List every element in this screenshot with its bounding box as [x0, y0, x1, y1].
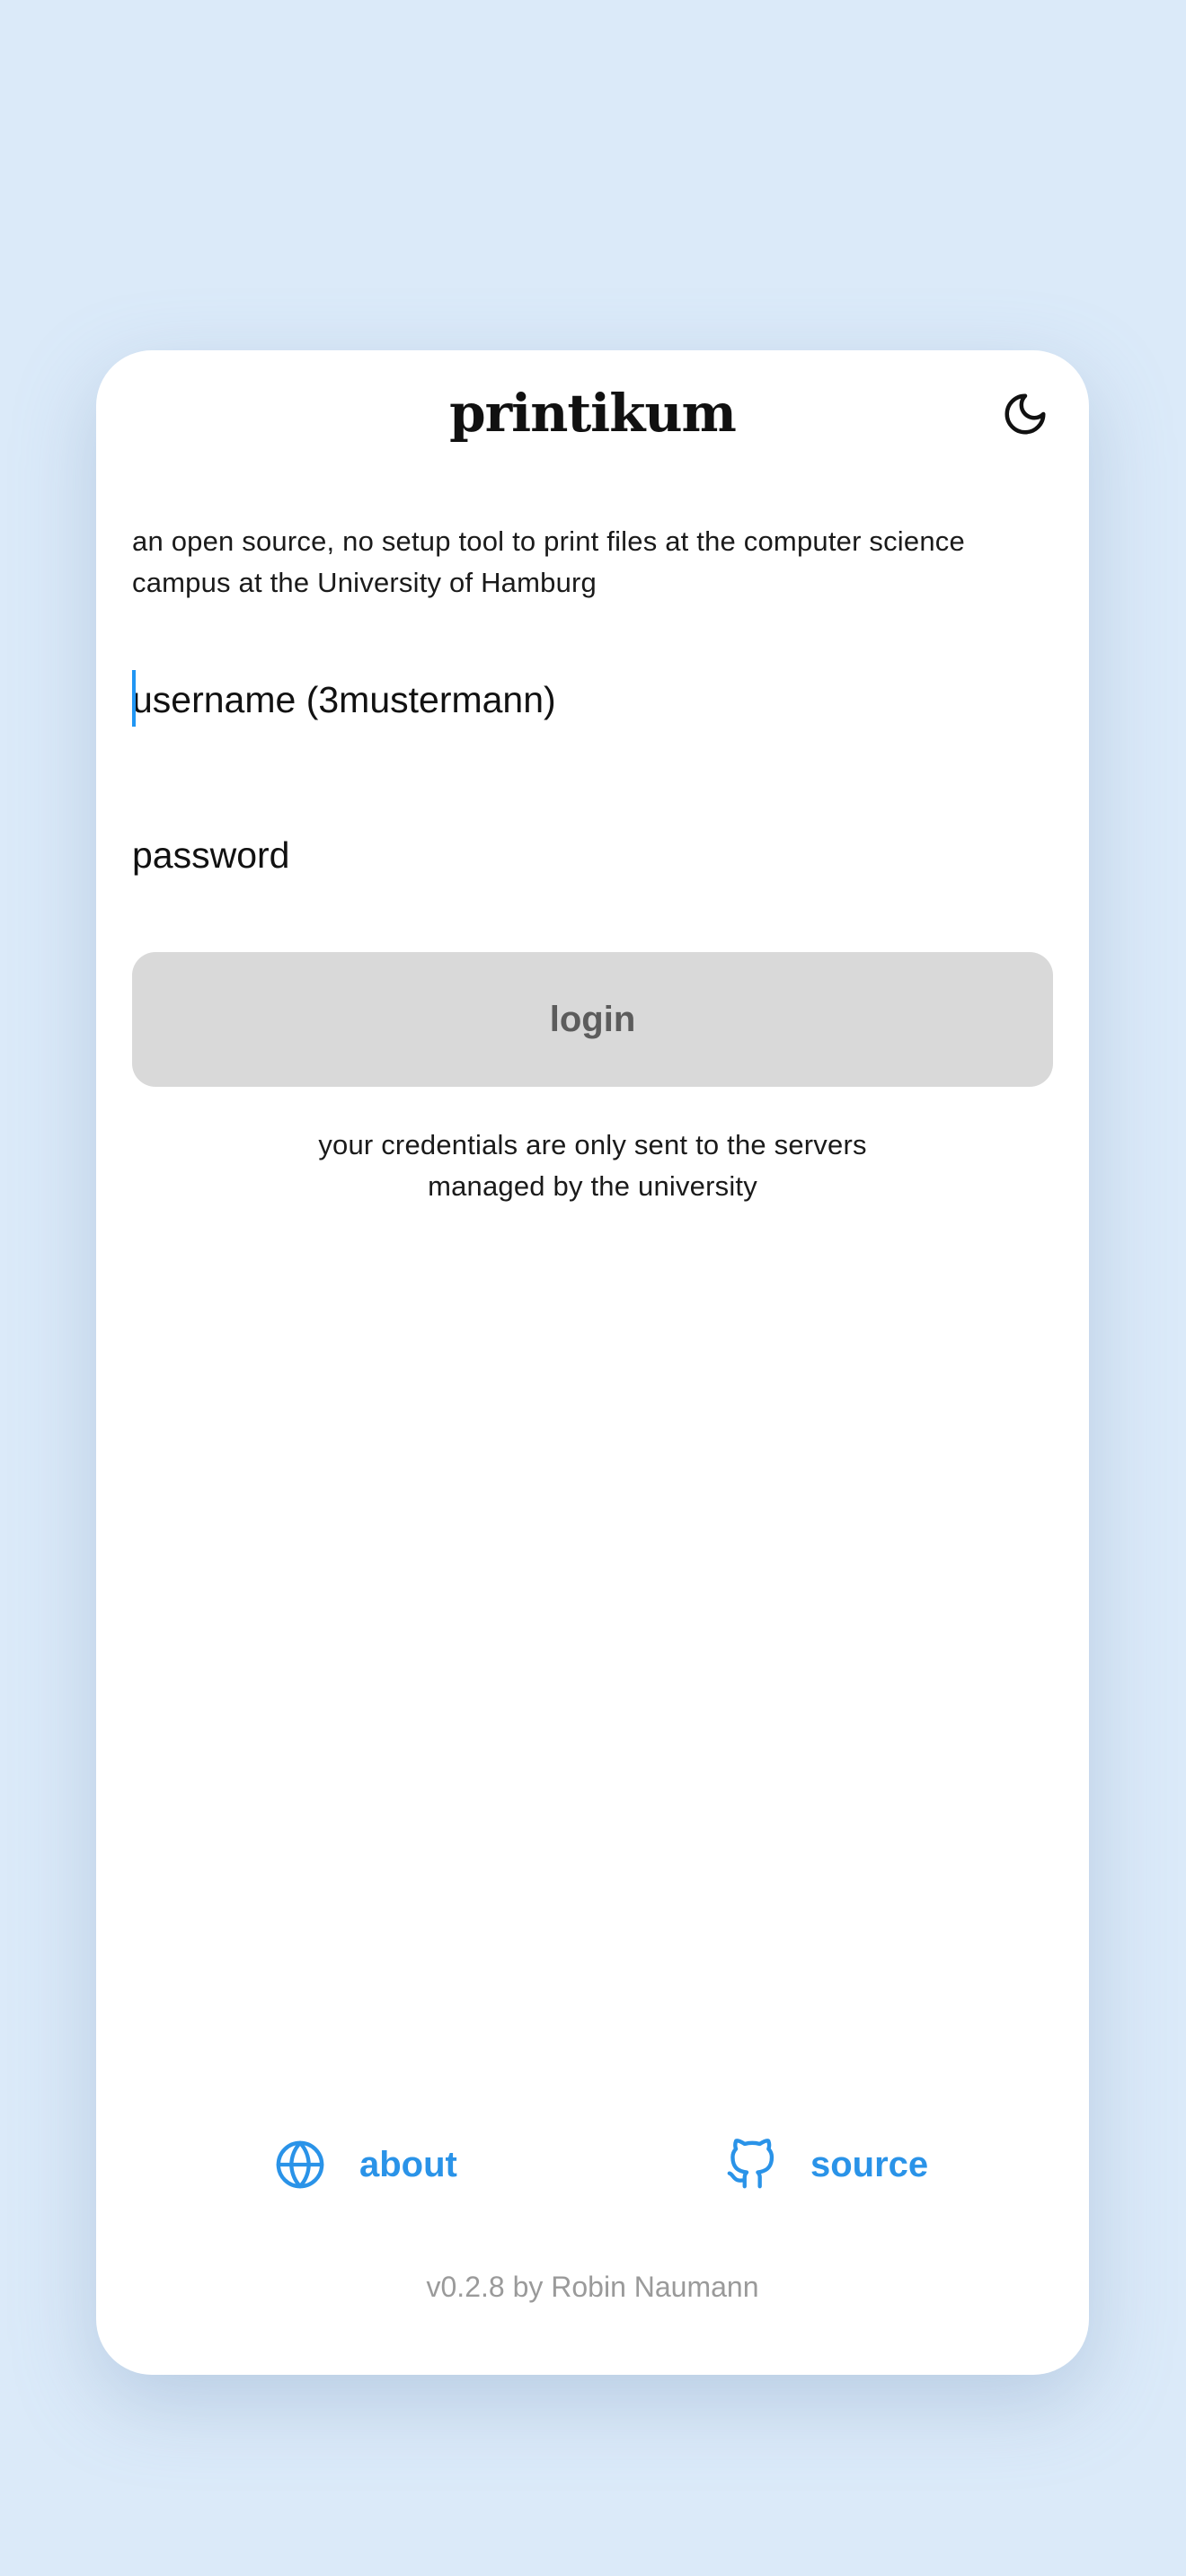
theme-toggle-button[interactable]	[994, 383, 1057, 446]
credentials-note: your credentials are only sent to the se…	[132, 1125, 1053, 1207]
login-card: printikum an open source, no setup tool …	[96, 350, 1089, 2375]
about-link-label: about	[359, 2144, 457, 2184]
password-input[interactable]	[132, 819, 1053, 891]
source-link-label: source	[810, 2144, 929, 2184]
text-caret	[132, 670, 136, 727]
credentials-note-line-1: your credentials are only sent to the se…	[318, 1129, 867, 1160]
github-icon	[724, 2138, 778, 2192]
moon-icon	[1005, 393, 1046, 435]
username-input[interactable]	[132, 664, 1053, 736]
app-description: an open source, no setup tool to print f…	[132, 525, 965, 598]
credentials-note-line-2: managed by the university	[428, 1170, 757, 1202]
about-link[interactable]: about	[273, 2133, 457, 2196]
app-title: printikum	[449, 383, 737, 444]
source-link[interactable]: source	[724, 2133, 928, 2196]
login-button[interactable]: login	[132, 952, 1053, 1087]
version-text: v0.2.8 by Robin Naumann	[426, 2271, 759, 2303]
globe-icon	[273, 2138, 327, 2192]
